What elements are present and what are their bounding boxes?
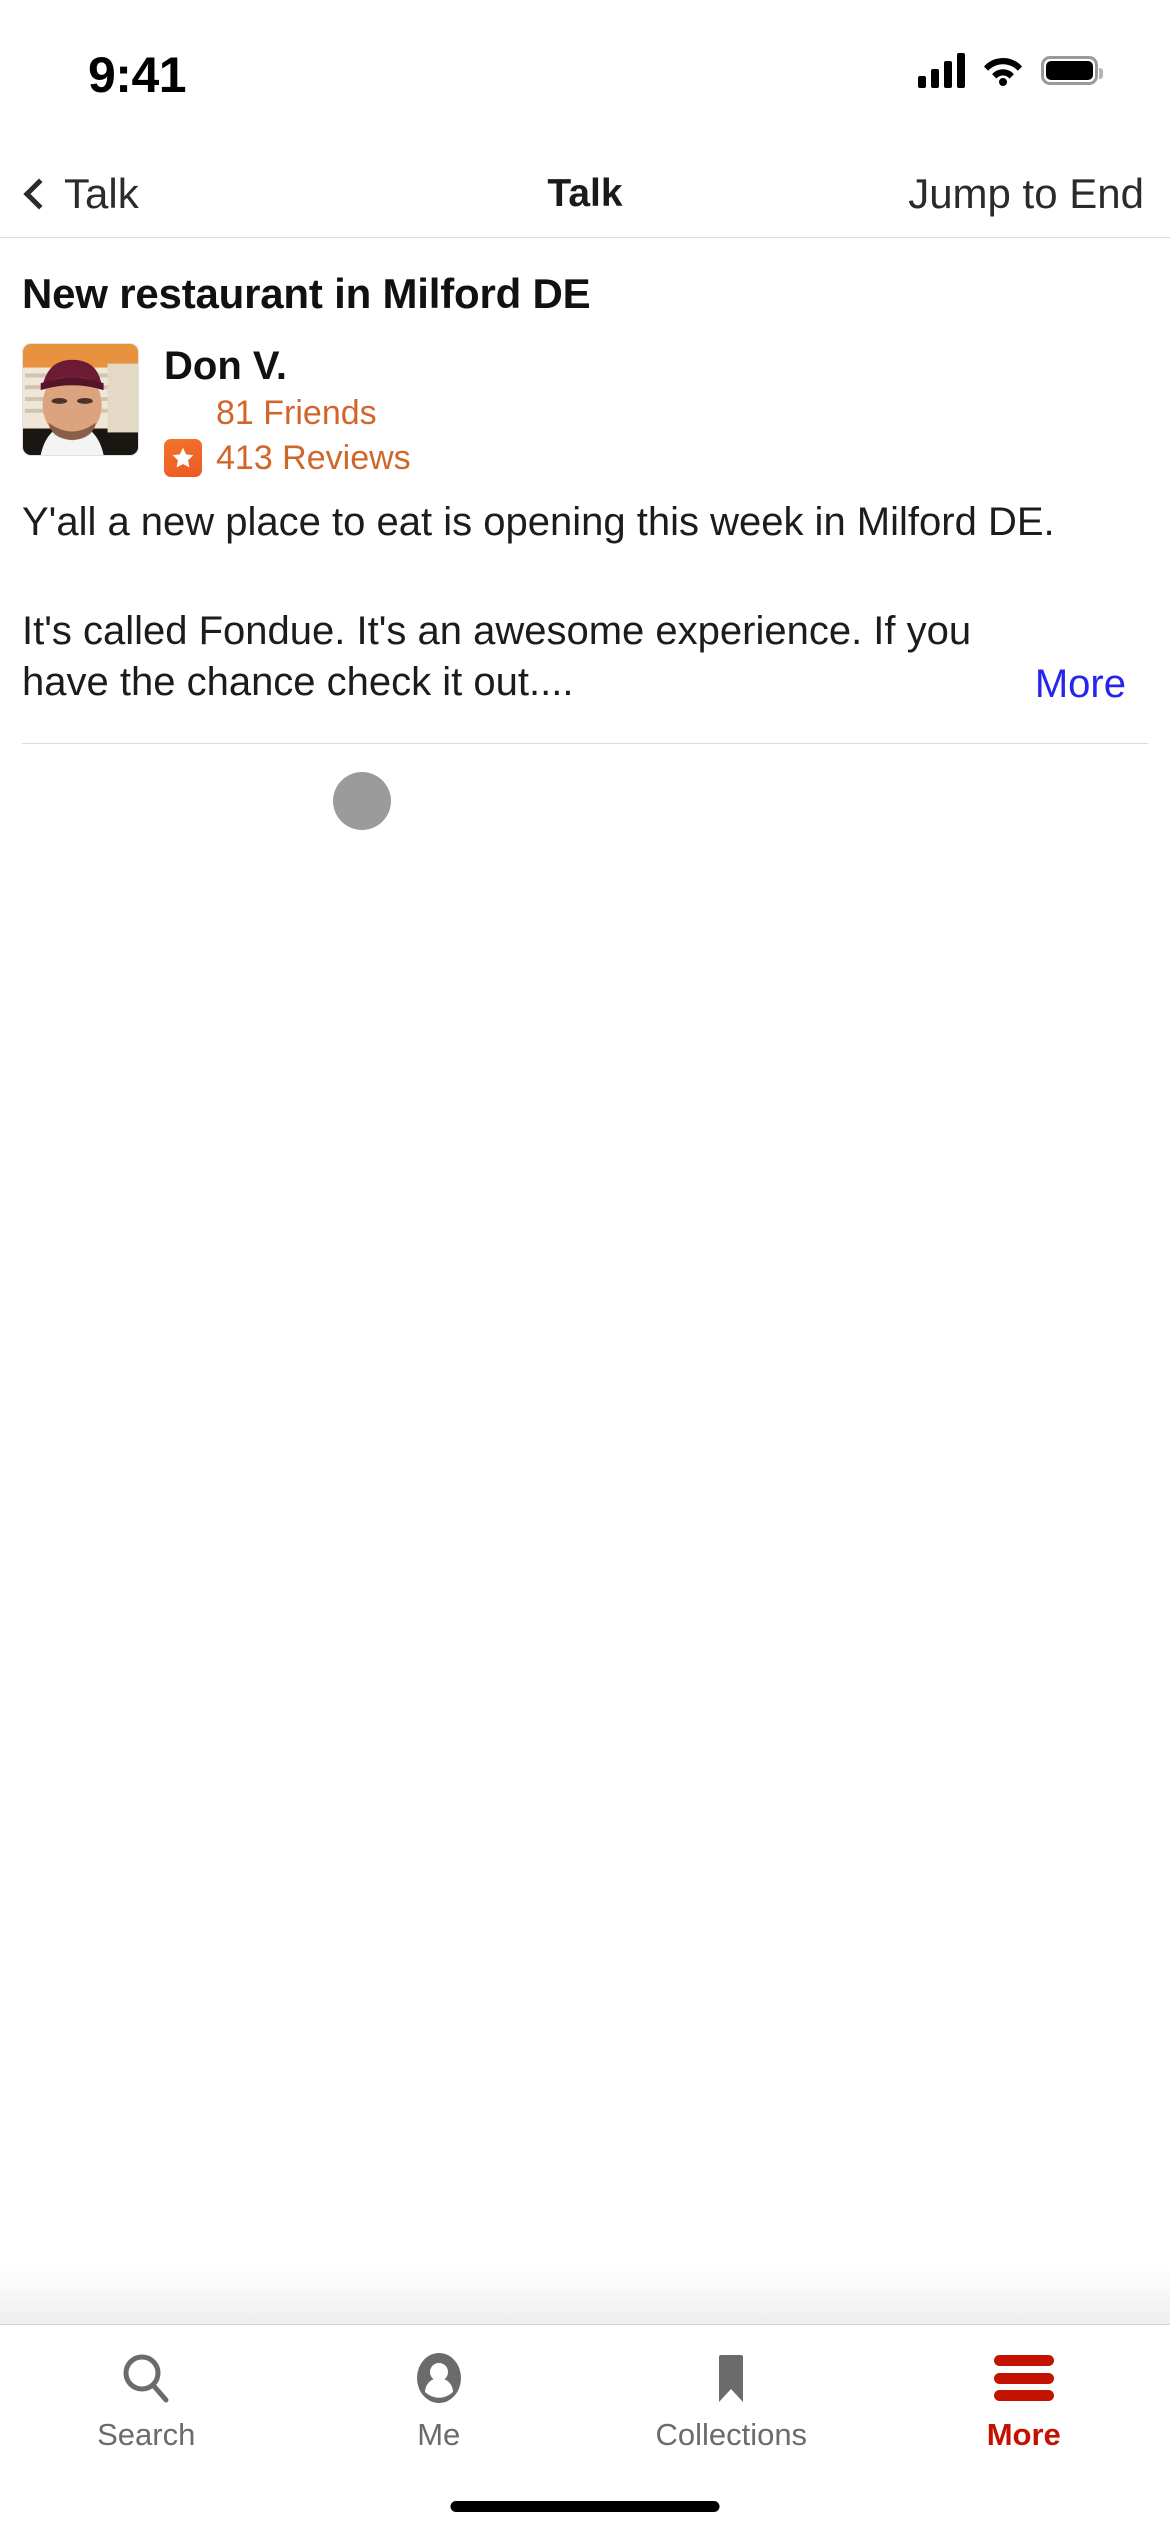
back-button[interactable]: Talk <box>20 170 139 218</box>
tab-more[interactable]: More <box>878 2325 1170 2472</box>
tab-bar-shadow <box>0 2266 1170 2324</box>
home-indicator[interactable] <box>450 2501 720 2512</box>
tab-more-label: More <box>986 2417 1061 2452</box>
talk-post: New restaurant in Milford DE Don V. 81 F… <box>0 238 1170 744</box>
tab-collections-label: Collections <box>655 2417 808 2452</box>
author-name[interactable]: Don V. <box>164 345 411 387</box>
tab-search-label: Search <box>97 2417 196 2452</box>
back-button-label: Talk <box>64 169 139 217</box>
post-title: New restaurant in Milford DE <box>22 270 591 317</box>
phone-screen: 9:41 Talk Talk Jump to End New restauran… <box>0 0 1170 2532</box>
post-body: Y'all a new place to eat is opening this… <box>22 497 1148 709</box>
hamburger-menu-icon <box>993 2347 1054 2409</box>
chevron-left-icon <box>23 177 55 210</box>
avatar[interactable] <box>22 343 139 457</box>
cellular-signal-icon <box>918 52 965 88</box>
post-paragraph-2-wrapper: It's called Fondue. It's an awesome expe… <box>22 606 1148 708</box>
status-bar-indicators <box>918 52 1103 88</box>
post-author-row: Don V. 81 Friends 413 Reviews <box>22 343 1148 478</box>
bookmark-icon <box>702 2347 760 2409</box>
home-indicator-area <box>0 2472 1170 2532</box>
author-meta: Don V. 81 Friends 413 Reviews <box>164 343 411 478</box>
navigation-bar: Talk Talk Jump to End <box>0 150 1170 238</box>
friends-icon <box>164 396 202 430</box>
page-title: Talk <box>547 171 623 215</box>
tab-me-label: Me <box>417 2417 461 2452</box>
loading-spinner-dot <box>333 771 391 830</box>
search-icon <box>117 2347 175 2409</box>
reviews-count-label: 413 Reviews <box>216 439 411 478</box>
reviews-stat[interactable]: 413 Reviews <box>164 439 411 478</box>
wifi-icon <box>982 54 1024 86</box>
more-link[interactable]: More <box>1035 662 1126 707</box>
loading-area <box>0 744 1170 1304</box>
tab-search[interactable]: Search <box>0 2325 293 2472</box>
tab-me[interactable]: Me <box>293 2325 586 2472</box>
battery-full-icon <box>1041 55 1103 85</box>
tab-bar: Search Me Collections More <box>0 2324 1170 2472</box>
jump-to-end-button[interactable]: Jump to End <box>908 170 1144 218</box>
status-bar-time: 9:41 <box>88 47 187 103</box>
friends-count-label: 81 Friends <box>216 394 377 433</box>
status-bar: 9:41 <box>0 0 1170 150</box>
review-star-badge-icon <box>164 439 202 478</box>
conversation-scroll-area[interactable]: New restaurant in Milford DE Don V. 81 F… <box>0 238 1170 2266</box>
tab-collections[interactable]: Collections <box>585 2325 878 2472</box>
post-paragraph-2: It's called Fondue. It's an awesome expe… <box>22 609 972 705</box>
friends-stat[interactable]: 81 Friends <box>164 396 411 430</box>
post-paragraph-1: Y'all a new place to eat is opening this… <box>22 500 1055 545</box>
user-circle-icon <box>410 2347 468 2409</box>
